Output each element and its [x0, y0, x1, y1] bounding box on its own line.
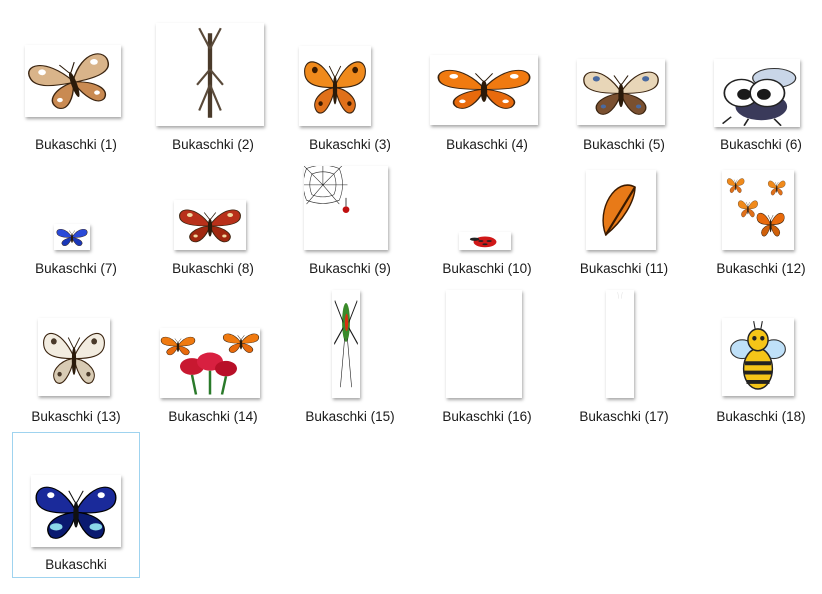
butterfly-orange-icon	[299, 46, 371, 126]
file-name-label: Bukaschki (7)	[35, 261, 117, 276]
spider-green-icon	[332, 290, 360, 398]
file-name-label: Bukaschki (1)	[35, 137, 117, 152]
cartoon-fly-icon	[714, 59, 800, 127]
file-item[interactable]: Bukaschki (14)	[149, 288, 277, 433]
blank-tall-image-icon	[606, 290, 634, 398]
butterfly-side-icon	[586, 170, 656, 250]
file-name-label: Bukaschki	[45, 557, 107, 572]
stick-insect-icon	[156, 23, 264, 126]
file-name-label: Bukaschki (9)	[309, 261, 391, 276]
file-item[interactable]: Bukaschki (10)	[423, 160, 551, 285]
file-item[interactable]: Bukaschki (1)	[12, 20, 140, 161]
file-item[interactable]: Bukaschki (15)	[286, 288, 414, 433]
file-item[interactable]: Bukaschki (17)	[560, 288, 688, 433]
file-name-label: Bukaschki (11)	[579, 261, 669, 276]
file-name-label: Bukaschki (14)	[168, 409, 258, 424]
file-name-label: Bukaschki (17)	[579, 409, 669, 424]
file-item[interactable]: Bukaschki	[12, 432, 140, 578]
ladybug-icon	[459, 232, 511, 250]
monarch-butterfly-icon	[430, 55, 538, 125]
file-item[interactable]: Bukaschki (6)	[697, 20, 822, 161]
file-item[interactable]: Bukaschki (5)	[560, 20, 688, 161]
file-name-label: Bukaschki (16)	[442, 409, 532, 424]
file-name-label: Bukaschki (3)	[309, 137, 391, 152]
butterfly-swallowtail-icon	[577, 59, 665, 125]
file-name-label: Bukaschki (6)	[720, 137, 802, 152]
file-item[interactable]: Bukaschki (16)	[423, 288, 551, 433]
file-item[interactable]: Bukaschki (3)	[286, 20, 414, 161]
file-name-label: Bukaschki (15)	[305, 409, 395, 424]
file-item[interactable]: Bukaschki (2)	[149, 20, 277, 161]
file-grid: Bukaschki (1) Bukaschki (2) Bukaschki (3…	[0, 0, 822, 594]
cartoon-bee-icon	[722, 318, 794, 396]
blank-image-icon	[446, 290, 522, 398]
file-item[interactable]: Bukaschki (9)	[286, 160, 414, 285]
butterfly-blue-icon	[31, 475, 121, 547]
file-name-label: Bukaschki (18)	[716, 409, 806, 424]
file-item[interactable]: Bukaschki (12)	[697, 160, 822, 285]
file-name-label: Bukaschki (5)	[583, 137, 665, 152]
file-name-label: Bukaschki (4)	[446, 137, 528, 152]
butterfly-checkered-icon	[174, 200, 246, 250]
butterflies-group-icon	[722, 170, 794, 250]
butterfly-blue-small-icon	[54, 224, 90, 250]
file-name-label: Bukaschki (2)	[172, 137, 254, 152]
file-item[interactable]: Bukaschki (13)	[12, 288, 140, 433]
file-name-label: Bukaschki (10)	[442, 261, 532, 276]
file-item[interactable]: Bukaschki (18)	[697, 288, 822, 433]
spider-web-icon	[304, 166, 388, 250]
file-item[interactable]: Bukaschki (11)	[560, 160, 688, 285]
file-name-label: Bukaschki (8)	[172, 261, 254, 276]
file-item[interactable]: Bukaschki (7)	[12, 160, 140, 285]
butterfly-white-icon	[38, 318, 110, 396]
butterflies-roses-icon	[160, 328, 260, 398]
file-name-label: Bukaschki (13)	[31, 409, 121, 424]
file-item[interactable]: Bukaschki (4)	[423, 20, 551, 161]
butterfly-brown-icon	[25, 45, 121, 117]
file-name-label: Bukaschki (12)	[716, 261, 806, 276]
file-item[interactable]: Bukaschki (8)	[149, 160, 277, 285]
